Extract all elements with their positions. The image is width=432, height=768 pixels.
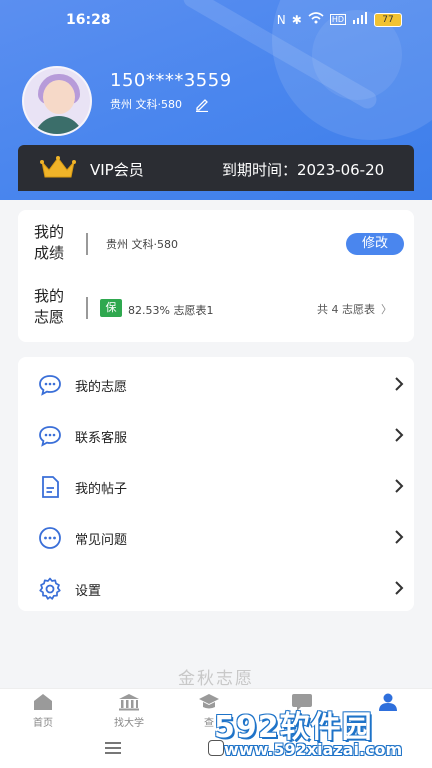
- menu-card: 我的志愿 联系客服 我的帖子 常见问题 设置: [18, 357, 414, 611]
- menu-item-my-posts[interactable]: 我的帖子: [18, 461, 414, 512]
- menu-item-faq[interactable]: 常见问题: [18, 512, 414, 563]
- university-icon: [119, 694, 139, 711]
- menu-item-my-wish[interactable]: 我的志愿: [18, 359, 414, 410]
- chevron-right-icon: [395, 428, 404, 442]
- menu-label: 常见问题: [75, 533, 128, 548]
- divider: [86, 297, 88, 319]
- document-icon: [42, 476, 59, 498]
- chevron-right-icon: [395, 530, 404, 544]
- vip-label: VIP会员: [90, 161, 144, 179]
- battery-icon: 77: [374, 12, 402, 27]
- wifi-icon: [308, 12, 324, 27]
- edit-icon[interactable]: [194, 96, 210, 112]
- chat-bubble-icon: [39, 375, 61, 396]
- wish-total[interactable]: 共 4 志愿表〉: [317, 301, 392, 317]
- tab-home[interactable]: 首页: [13, 693, 73, 729]
- user-info-text: 贵州 文科·580: [110, 98, 182, 111]
- nfc-icon: N: [276, 12, 286, 27]
- status-icons: N ✱ HD 77: [277, 12, 402, 27]
- signal-icon: [352, 12, 368, 27]
- crown-icon: [40, 156, 76, 178]
- menu-label: 我的志愿: [75, 380, 128, 395]
- menu-label: 我的帖子: [75, 482, 128, 497]
- footer-title: 金秋志愿: [178, 669, 254, 689]
- avatar-body: [34, 116, 84, 134]
- user-info: 贵州 文科·580: [110, 96, 210, 112]
- avatar-face: [43, 80, 75, 114]
- tab-label: 首页: [33, 718, 53, 729]
- status-time: 16:28: [66, 12, 111, 28]
- menu-icon[interactable]: [104, 741, 122, 755]
- watermark: 592软件园 www.592xiazai.com: [214, 702, 432, 768]
- menu-label: 联系客服: [75, 431, 128, 446]
- wish-label: 我的志愿: [34, 287, 65, 326]
- modify-button[interactable]: 修改: [346, 233, 404, 255]
- vip-bar[interactable]: VIP会员 到期时间：2023-06-20: [18, 145, 414, 191]
- chevron-right-icon: [395, 479, 404, 493]
- vip-expiry: 到期时间：2023-06-20: [222, 161, 385, 179]
- score-value: 贵州 文科·580: [106, 238, 178, 251]
- divider: [86, 233, 88, 255]
- tab-find-university[interactable]: 找大学: [99, 693, 159, 729]
- watermark-url: www.592xiazai.com: [224, 740, 403, 759]
- score-wish-card: 我的成绩 贵州 文科·580 修改 我的志愿 保 82.53% 志愿表1 共 4…: [18, 210, 414, 342]
- chat-bubble-icon: [39, 426, 61, 447]
- user-phone: 150****3559: [110, 70, 232, 91]
- tab-label: 查: [204, 718, 214, 729]
- hd-icon: HD: [329, 14, 346, 25]
- menu-item-settings[interactable]: 设置: [18, 563, 414, 614]
- wish-value: 82.53% 志愿表1: [128, 304, 214, 317]
- score-label: 我的成绩: [34, 223, 65, 262]
- safe-badge: 保: [100, 299, 122, 317]
- ellipsis-circle-icon: [39, 527, 61, 549]
- menu-label: 设置: [75, 584, 102, 599]
- home-icon: [34, 694, 52, 710]
- chevron-right-icon: [395, 377, 404, 391]
- chevron-right-icon: [395, 581, 404, 595]
- tab-label: 找大学: [114, 718, 144, 729]
- wish-total-text: 共 4 志愿表: [317, 303, 375, 316]
- menu-item-customer-service[interactable]: 联系客服: [18, 410, 414, 461]
- avatar[interactable]: [22, 66, 92, 136]
- status-bar: 16:28 N ✱ HD 77: [0, 0, 432, 42]
- bluetooth-icon: ✱: [291, 12, 302, 27]
- gear-icon: [39, 577, 61, 600]
- chevron-right-icon: 〉: [381, 303, 392, 316]
